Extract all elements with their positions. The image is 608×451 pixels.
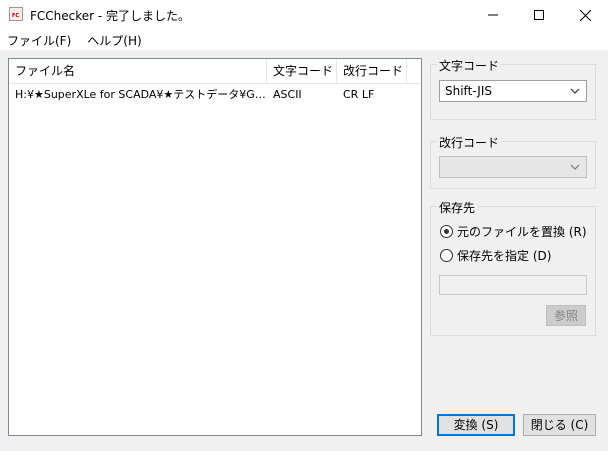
cell-encoding: ASCII [273,88,302,101]
file-list[interactable]: ファイル名 文字コード 改行コード H:¥★SuperXLe for SCADA… [8,58,422,436]
radio-replace-label: 元のファイルを置換 (R) [457,225,587,239]
cell-filename: H:¥★SuperXLe for SCADA¥★テストデータ¥Galaxy… [15,88,267,101]
chevron-down-icon [570,164,580,170]
menu-file[interactable]: ファイル(F) [0,32,79,49]
close-icon [579,9,591,21]
list-header: ファイル名 文字コード 改行コード [9,59,421,84]
app-icon: FC [9,7,23,21]
chevron-down-icon [570,88,580,94]
radio-specify-circle[interactable] [440,249,453,262]
destination-path-input[interactable] [439,275,587,295]
cell-newline: CR LF [343,88,375,101]
maximize-button[interactable] [516,0,562,30]
newline-group-label: 改行コード [437,134,502,151]
window-title: FCChecker - 完了しました。 [30,9,191,23]
convert-button[interactable]: 変換 (S) [437,414,515,436]
newline-group: 改行コード [430,134,596,189]
radio-replace-circle[interactable] [440,225,453,238]
radio-specify-label: 保存先を指定 (D) [457,249,552,263]
minimize-icon [488,14,498,16]
encoding-group-label: 文字コード [437,57,502,74]
column-filename[interactable]: ファイル名 [9,59,267,84]
encoding-select-value: Shift-JIS [445,84,492,98]
table-row[interactable]: H:¥★SuperXLe for SCADA¥★テストデータ¥Galaxy… A… [9,85,407,105]
radio-specify-destination[interactable]: 保存先を指定 (D) [440,247,551,264]
column-newline[interactable]: 改行コード [337,59,407,84]
encoding-select[interactable]: Shift-JIS [439,80,587,102]
close-dialog-button[interactable]: 閉じる (C) [523,414,596,436]
save-group: 保存先 元のファイルを置換 (R) 保存先を指定 (D) 参照 [430,199,596,336]
maximize-icon [534,10,544,20]
encoding-group: 文字コード Shift-JIS [430,57,596,120]
newline-select[interactable] [439,156,587,178]
radio-replace-original[interactable]: 元のファイルを置換 (R) [440,223,587,240]
menu-bar: ファイル(F) ヘルプ(H) [0,30,608,50]
title-bar: FC FCChecker - 完了しました。 [0,0,608,30]
close-button[interactable] [562,0,608,30]
menu-help[interactable]: ヘルプ(H) [79,32,149,49]
browse-button[interactable]: 参照 [546,305,586,326]
save-group-label: 保存先 [437,199,478,216]
column-encoding[interactable]: 文字コード [267,59,337,84]
minimize-button[interactable] [470,0,516,30]
